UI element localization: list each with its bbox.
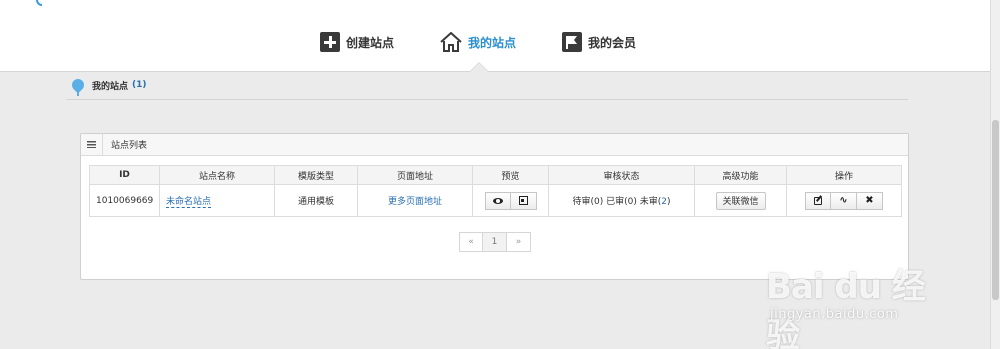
audit-rejected: 未审(2): [640, 197, 671, 207]
template-type: 通用模板: [274, 184, 358, 217]
more-page-address-link[interactable]: 更多页面地址: [388, 197, 442, 207]
delete-button[interactable]: ✖: [857, 191, 883, 210]
breadcrumb: 我的站点 (1): [69, 76, 147, 94]
vertical-scrollbar[interactable]: [990, 0, 1000, 349]
audit-status-cell: 待审(0) 已审(0) 未审(2): [548, 184, 695, 217]
home-icon: [440, 32, 462, 52]
list-icon: [81, 133, 103, 156]
plus-box-icon: [320, 32, 340, 52]
site-id: 1010069669: [89, 184, 160, 217]
page-address-cell: 更多页面地址: [357, 184, 473, 217]
table-header-row: ID 站点名称 模版类型 页面地址 预览 审核状态 高级功能 操作: [89, 165, 902, 185]
flag-icon: [562, 32, 582, 52]
eye-icon: [492, 197, 503, 204]
preview-cell: [472, 184, 549, 217]
nav-create-site[interactable]: 创建站点: [320, 30, 440, 54]
pager-current-page[interactable]: 1: [483, 232, 507, 252]
main-nav: 创建站点 我的站点 我的会员: [320, 30, 672, 54]
nav-my-members-label: 我的会员: [588, 35, 637, 50]
site-name-link[interactable]: 未命名站点: [166, 197, 212, 208]
stats-button[interactable]: ∿: [831, 191, 857, 210]
pager-next[interactable]: »: [507, 232, 531, 252]
column-header-actions: 操作: [786, 165, 902, 185]
column-header-site-name: 站点名称: [159, 165, 275, 185]
link-wechat-button[interactable]: 关联微信: [715, 191, 766, 210]
top-navigation-bar: 创建站点 我的站点 我的会员: [0, 0, 990, 72]
audit-rejected-prefix: 未审(: [639, 197, 662, 207]
nav-my-sites[interactable]: 我的站点: [440, 30, 562, 54]
column-header-preview: 预览: [472, 165, 549, 185]
watermark-url: jingyan.baidu.com: [770, 307, 899, 322]
edit-icon: [814, 196, 822, 205]
panel-title: 站点列表: [111, 141, 148, 151]
panel-header: 站点列表: [81, 133, 908, 156]
column-header-advanced: 高级功能: [694, 165, 787, 185]
column-header-id: ID: [89, 165, 160, 185]
actions-button-group: ∿ ✖: [805, 191, 883, 210]
preview-button[interactable]: [484, 191, 511, 210]
close-icon: ✖: [865, 195, 874, 206]
audit-pending: 待审(0): [572, 197, 604, 207]
scrollbar-thumb[interactable]: [992, 120, 999, 300]
advanced-cell: 关联微信: [694, 184, 787, 217]
nav-my-members[interactable]: 我的会员: [562, 30, 672, 54]
breadcrumb-divider: [66, 99, 908, 100]
column-header-page-address: 页面地址: [357, 165, 473, 185]
qrcode-button[interactable]: [510, 191, 537, 210]
nav-create-site-label: 创建站点: [346, 35, 395, 50]
brand-logo-fragment: [36, 0, 42, 6]
site-name-cell: 未命名站点: [159, 184, 275, 217]
edit-button[interactable]: [805, 191, 831, 210]
site-table: ID 站点名称 模版类型 页面地址 预览 审核状态 高级功能 操作 101006…: [89, 165, 902, 217]
qrcode-icon: [518, 196, 528, 205]
pager-prev[interactable]: «: [459, 232, 483, 252]
activity-icon: ∿: [839, 195, 848, 206]
audit-approved: 已审(0): [606, 197, 637, 207]
breadcrumb-title: 我的站点: [92, 81, 129, 92]
actions-cell: ∿ ✖: [786, 184, 902, 217]
audit-rejected-suffix: ): [666, 197, 671, 207]
site-list-panel: 站点列表 ID 站点名称 模版类型 页面地址 预览 审核状态 高级功能 操作 1…: [80, 133, 909, 280]
active-nav-caret: [469, 62, 489, 72]
table-row: 1010069669 未命名站点 通用模板 更多页面地址 待审(0) 已审(0): [89, 184, 902, 217]
column-header-template-type: 模版类型: [274, 165, 358, 185]
location-pin-tail: [77, 88, 79, 96]
preview-button-group: [484, 191, 537, 210]
breadcrumb-count: (1): [132, 80, 147, 90]
column-header-audit-status: 审核状态: [548, 165, 695, 185]
nav-my-sites-label: 我的站点: [468, 35, 517, 50]
pagination: « 1 »: [459, 232, 531, 252]
